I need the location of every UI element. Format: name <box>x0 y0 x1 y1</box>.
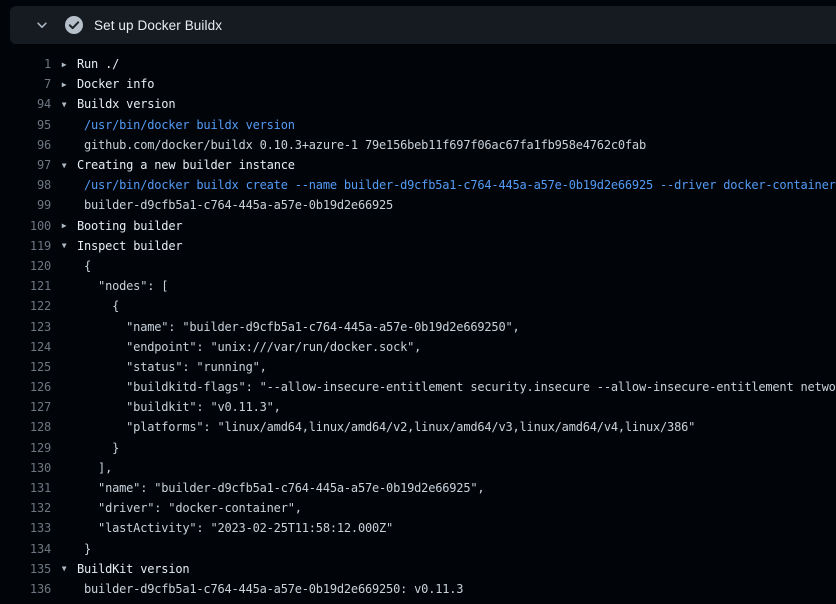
line-number[interactable]: 130 <box>0 461 51 475</box>
line-number[interactable]: 99 <box>0 198 51 212</box>
log-text[interactable]: Booting builder <box>77 219 182 233</box>
log-line: 134 } <box>0 539 836 559</box>
line-number[interactable]: 132 <box>0 501 51 515</box>
line-number[interactable]: 121 <box>0 279 51 293</box>
log-text: builder-d9cfb5a1-c764-445a-a57e-0b19d2e6… <box>84 198 393 212</box>
log-line: 131 "name": "builder-d9cfb5a1-c764-445a-… <box>0 478 836 498</box>
log-text[interactable]: Docker info <box>77 77 154 91</box>
group-toggle-icon[interactable]: ▼ <box>51 161 77 170</box>
log-area: 1 ▶ Run ./ 7 ▶ Docker info 94 ▼ Buildx v… <box>0 44 836 604</box>
log-text: "driver": "docker-container", <box>84 501 302 515</box>
log-text: "nodes": [ <box>84 279 168 293</box>
log-line[interactable]: 7 ▶ Docker info <box>0 74 836 94</box>
log-text: ], <box>84 461 112 475</box>
log-text: "name": "builder-d9cfb5a1-c764-445a-a57e… <box>84 320 520 334</box>
log-line: 127 "buildkit": "v0.11.3", <box>0 397 836 417</box>
log-text: "buildkit": "v0.11.3", <box>84 400 281 414</box>
line-number[interactable]: 128 <box>0 420 51 434</box>
log-text[interactable]: Creating a new builder instance <box>77 158 295 172</box>
line-number[interactable]: 95 <box>0 118 51 132</box>
log-line[interactable]: 1 ▶ Run ./ <box>0 54 836 74</box>
log-text: github.com/docker/buildx 0.10.3+azure-1 … <box>84 138 646 152</box>
log-text: "status": "running", <box>84 360 267 374</box>
log-text: /usr/bin/docker buildx create --name bui… <box>84 178 836 192</box>
line-number[interactable]: 94 <box>0 97 51 111</box>
log-line: 96 github.com/docker/buildx 0.10.3+azure… <box>0 135 836 155</box>
line-number[interactable]: 133 <box>0 521 51 535</box>
line-number[interactable]: 135 <box>0 562 51 576</box>
line-number[interactable]: 98 <box>0 178 51 192</box>
line-number[interactable]: 129 <box>0 441 51 455</box>
log-text: "platforms": "linux/amd64,linux/amd64/v2… <box>84 420 695 434</box>
log-text[interactable]: BuildKit version <box>77 562 189 576</box>
log-line[interactable]: 100 ▶ Booting builder <box>0 216 836 236</box>
group-toggle-icon[interactable]: ▶ <box>51 60 77 69</box>
log-text[interactable]: Run ./ <box>77 57 119 71</box>
step-header[interactable]: Set up Docker Buildx <box>10 6 836 44</box>
line-number[interactable]: 100 <box>0 219 51 233</box>
log-text: { <box>84 299 119 313</box>
log-text: "buildkitd-flags": "--allow-insecure-ent… <box>84 380 836 394</box>
log-text: builder-d9cfb5a1-c764-445a-a57e-0b19d2e6… <box>84 582 463 596</box>
log-line: 120 { <box>0 256 836 276</box>
log-line[interactable]: 119 ▼ Inspect builder <box>0 236 836 256</box>
log-line: 122 { <box>0 296 836 316</box>
group-toggle-icon[interactable]: ▼ <box>51 564 77 573</box>
line-number[interactable]: 123 <box>0 320 51 334</box>
line-number[interactable]: 120 <box>0 259 51 273</box>
log-line: 125 "status": "running", <box>0 357 836 377</box>
line-number[interactable]: 122 <box>0 299 51 313</box>
log-text: } <box>84 441 119 455</box>
group-toggle-icon[interactable]: ▼ <box>51 241 77 250</box>
line-number[interactable]: 127 <box>0 400 51 414</box>
log-text: } <box>84 542 91 556</box>
line-number[interactable]: 126 <box>0 380 51 394</box>
check-circle-icon <box>64 15 84 35</box>
log-text: "lastActivity": "2023-02-25T11:58:12.000… <box>84 521 393 535</box>
chevron-down-icon[interactable] <box>34 17 50 33</box>
log-line: 136 builder-d9cfb5a1-c764-445a-a57e-0b19… <box>0 579 836 599</box>
log-line: 95 /usr/bin/docker buildx version <box>0 115 836 135</box>
log-line: 121 "nodes": [ <box>0 276 836 296</box>
log-line: 123 "name": "builder-d9cfb5a1-c764-445a-… <box>0 316 836 336</box>
line-number[interactable]: 125 <box>0 360 51 374</box>
line-number[interactable]: 131 <box>0 481 51 495</box>
log-line: 133 "lastActivity": "2023-02-25T11:58:12… <box>0 518 836 538</box>
log-text[interactable]: Buildx version <box>77 97 175 111</box>
log-line: 98 /usr/bin/docker buildx create --name … <box>0 175 836 195</box>
log-line[interactable]: 97 ▼ Creating a new builder instance <box>0 155 836 175</box>
line-number[interactable]: 119 <box>0 239 51 253</box>
log-line: 129 } <box>0 438 836 458</box>
log-text: "endpoint": "unix:///var/run/docker.sock… <box>84 340 421 354</box>
log-line: 132 "driver": "docker-container", <box>0 498 836 518</box>
log-line[interactable]: 135 ▼ BuildKit version <box>0 559 836 579</box>
log-line: 99 builder-d9cfb5a1-c764-445a-a57e-0b19d… <box>0 195 836 215</box>
line-number[interactable]: 97 <box>0 158 51 172</box>
log-text[interactable]: Inspect builder <box>77 239 182 253</box>
log-line: 126 "buildkitd-flags": "--allow-insecure… <box>0 377 836 397</box>
group-toggle-icon[interactable]: ▶ <box>51 80 77 89</box>
group-toggle-icon[interactable]: ▼ <box>51 100 77 109</box>
log-line: 130 ], <box>0 458 836 478</box>
step-title: Set up Docker Buildx <box>94 18 222 33</box>
log-text: "name": "builder-d9cfb5a1-c764-445a-a57e… <box>84 481 484 495</box>
line-number[interactable]: 134 <box>0 542 51 556</box>
log-line: 128 "platforms": "linux/amd64,linux/amd6… <box>0 417 836 437</box>
log-text: /usr/bin/docker buildx version <box>84 118 295 132</box>
line-number[interactable]: 136 <box>0 582 51 596</box>
group-toggle-icon[interactable]: ▶ <box>51 221 77 230</box>
log-line: 124 "endpoint": "unix:///var/run/docker.… <box>0 337 836 357</box>
line-number[interactable]: 96 <box>0 138 51 152</box>
line-number[interactable]: 7 <box>0 77 51 91</box>
line-number[interactable]: 1 <box>0 57 51 71</box>
line-number[interactable]: 124 <box>0 340 51 354</box>
actions-log-viewer: { "header": { "title": "Set up Docker Bu… <box>0 0 836 604</box>
log-line[interactable]: 94 ▼ Buildx version <box>0 94 836 114</box>
log-text: { <box>84 259 91 273</box>
